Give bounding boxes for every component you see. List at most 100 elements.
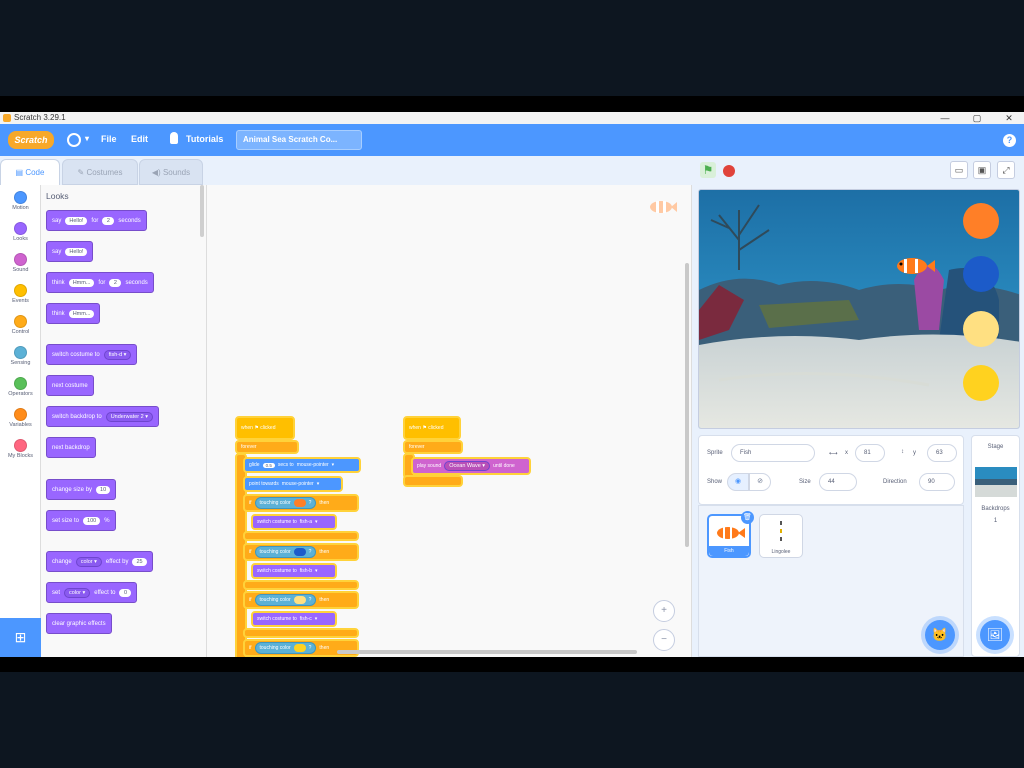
- think-block[interactable]: think Hmm...: [46, 303, 101, 324]
- when-flag-clicked-hat[interactable]: when ⚑ clicked: [235, 416, 295, 440]
- motion-dot: [14, 191, 27, 204]
- language-globe-icon[interactable]: [67, 133, 81, 147]
- screen-frame: Scratch 3.29.1 — ▢ ✕ Scratch ▾ File Edit…: [0, 96, 1024, 672]
- glide-to-block[interactable]: glide 0.5 secs to mouse-pointer ▾: [243, 457, 361, 473]
- menu-bar: Scratch ▾ File Edit Tutorials Animal Sea…: [0, 124, 1024, 156]
- touching-color-4-block[interactable]: touching color?: [254, 642, 317, 654]
- if-color-2-block[interactable]: if touching color? then: [243, 543, 359, 561]
- delete-sprite-icon[interactable]: 🗑: [741, 511, 754, 524]
- switch-costume-block[interactable]: switch costume to fish-d ▾: [46, 344, 138, 365]
- if-color-4-block[interactable]: if touching color? then: [243, 639, 359, 657]
- x-position-input[interactable]: 81: [855, 444, 885, 462]
- looks-dot: [14, 222, 27, 235]
- stop-icon[interactable]: [723, 165, 735, 177]
- category-sound[interactable]: Sound: [0, 253, 41, 273]
- say-block[interactable]: say Hello!: [46, 241, 94, 262]
- forever-block-2[interactable]: forever: [403, 440, 463, 454]
- category-my-blocks[interactable]: My Blocks: [0, 439, 41, 459]
- choose-sprite-button[interactable]: 🐱: [925, 620, 955, 650]
- show-hidden-button[interactable]: ⊘: [749, 473, 771, 491]
- switch-backdrop-block[interactable]: switch backdrop to Underwater 2 ▾: [46, 406, 160, 427]
- fish-thumbnail: [717, 527, 745, 539]
- tab-sounds[interactable]: ◀) Sounds: [139, 159, 203, 185]
- if-color-3-block[interactable]: if touching color? then: [243, 591, 359, 609]
- next-costume-block[interactable]: next costume: [46, 375, 94, 396]
- yellow-circle-sprite[interactable]: [963, 365, 999, 401]
- zoom-out-button[interactable]: −: [653, 629, 675, 651]
- green-flag-icon[interactable]: ⚑: [700, 162, 716, 178]
- window-title: Scratch 3.29.1: [14, 113, 66, 122]
- sprite-tile-lingolee[interactable]: Lingolee: [759, 514, 803, 558]
- set-size-block[interactable]: set size to 100%: [46, 510, 116, 531]
- orange-color-swatch[interactable]: [293, 499, 306, 507]
- if-color-1-block[interactable]: if touching color? then: [243, 494, 359, 512]
- change-size-block[interactable]: change size by 10: [46, 479, 117, 500]
- touching-color-1-block[interactable]: touching color?: [254, 497, 317, 509]
- sprite-name-input[interactable]: Fish: [731, 444, 815, 462]
- touching-color-2-block[interactable]: touching color?: [254, 546, 317, 558]
- fullscreen-icon[interactable]: ⤢: [997, 161, 1015, 179]
- y-position-input[interactable]: 63: [927, 444, 957, 462]
- tutorials-bulb-icon[interactable]: [170, 132, 178, 144]
- blue-color-swatch[interactable]: [293, 548, 306, 556]
- show-visible-button[interactable]: ◉: [727, 473, 749, 491]
- light-yellow-circle-sprite[interactable]: [963, 311, 999, 347]
- file-menu[interactable]: File: [101, 134, 117, 144]
- project-title-input[interactable]: Animal Sea Scratch Co...: [236, 130, 362, 150]
- category-variables[interactable]: Variables: [0, 408, 41, 428]
- category-operators[interactable]: Operators: [0, 377, 41, 397]
- script-area[interactable]: when ⚑ clicked forever glide 0.5 secs to mo…: [207, 185, 692, 657]
- sprite-info-panel: Sprite Fish ⟷ x 81 ↕ y 63 Show ◉ ⊘ Size …: [698, 435, 964, 505]
- forever-block[interactable]: forever: [235, 440, 299, 454]
- think-for-secs-block[interactable]: think Hmm... for 2 seconds: [46, 272, 154, 293]
- switch-costume-fish-b[interactable]: switch costume to fish-b ▾: [251, 563, 337, 579]
- choose-backdrop-button[interactable]: 🖼: [980, 620, 1010, 650]
- sound-dot: [14, 253, 27, 266]
- small-stage-icon[interactable]: ▭: [950, 161, 968, 179]
- tab-costumes[interactable]: ✎ Costumes: [62, 159, 138, 185]
- edit-menu[interactable]: Edit: [131, 134, 148, 144]
- category-looks[interactable]: Looks: [0, 222, 41, 242]
- set-effect-block[interactable]: set color ▾ effect to 0: [46, 582, 138, 603]
- maximize-button[interactable]: ▢: [962, 112, 992, 124]
- change-effect-block[interactable]: change color ▾ effect by 25: [46, 551, 153, 572]
- y-arrows-icon: ↕: [901, 449, 904, 455]
- switch-costume-fish-c[interactable]: switch costume to fish-c ▾: [251, 611, 337, 627]
- zoom-in-button[interactable]: +: [653, 600, 675, 622]
- tutorials-menu[interactable]: Tutorials: [186, 134, 223, 144]
- script-vertical-scrollbar[interactable]: [685, 263, 689, 547]
- direction-input[interactable]: 90: [919, 473, 955, 491]
- point-towards-block[interactable]: point towards mouse-pointer ▾: [243, 476, 343, 492]
- yellow-color-swatch[interactable]: [293, 644, 306, 652]
- touching-color-3-block[interactable]: touching color?: [254, 594, 317, 606]
- my-blocks-dot: [14, 439, 27, 452]
- add-extension-button[interactable]: ⊞: [0, 618, 41, 657]
- size-input[interactable]: 44: [819, 473, 857, 491]
- blue-circle-sprite[interactable]: [963, 256, 999, 292]
- tab-code[interactable]: ▤ Code: [0, 159, 60, 185]
- normal-stage-icon[interactable]: ▣: [973, 161, 991, 179]
- speaker-icon: ◀): [151, 168, 163, 177]
- scratch-logo[interactable]: Scratch: [8, 131, 54, 149]
- sprite-tile-fish[interactable]: Fish 🗑: [707, 511, 754, 558]
- light-yellow-color-swatch[interactable]: [293, 596, 306, 604]
- category-sensing[interactable]: Sensing: [0, 346, 41, 366]
- script-horizontal-scrollbar[interactable]: [337, 650, 637, 654]
- chevron-down-icon[interactable]: ▾: [85, 134, 89, 143]
- orange-circle-sprite[interactable]: [963, 203, 999, 239]
- clear-effects-block[interactable]: clear graphic effects: [46, 613, 112, 634]
- category-motion[interactable]: Motion: [0, 191, 41, 211]
- when-flag-clicked-hat-2[interactable]: when ⚑ clicked: [403, 416, 461, 440]
- close-window-button[interactable]: ✕: [994, 112, 1024, 124]
- category-events[interactable]: Events: [0, 284, 41, 304]
- category-control[interactable]: Control: [0, 315, 41, 335]
- palette-scrollbar[interactable]: [200, 185, 204, 237]
- switch-costume-fish-a[interactable]: switch costume to fish-a ▾: [251, 514, 337, 530]
- operators-dot: [14, 377, 27, 390]
- stage-canvas[interactable]: [698, 189, 1020, 429]
- say-for-secs-block[interactable]: say Hello! for 2 seconds: [46, 210, 147, 231]
- help-icon[interactable]: ?: [1003, 134, 1016, 147]
- minimize-button[interactable]: —: [930, 112, 960, 124]
- next-backdrop-block[interactable]: next backdrop: [46, 437, 96, 458]
- play-sound-until-done-block[interactable]: play sound Ocean Wave ▾ until done: [411, 457, 531, 475]
